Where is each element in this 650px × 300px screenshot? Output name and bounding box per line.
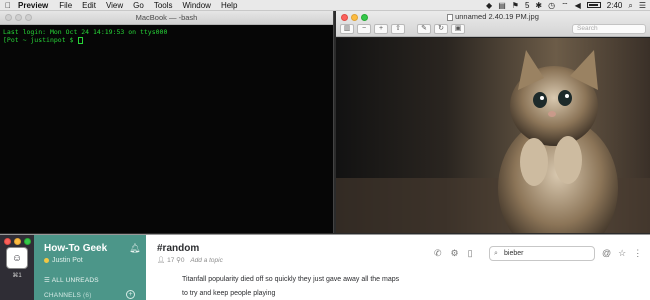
add-topic-link[interactable]: Add a topic — [190, 257, 223, 264]
wifi-icon[interactable]: ⌔ — [561, 0, 569, 11]
menu-bar:  Preview File Edit View Go Tools Window… — [0, 0, 650, 11]
mentions-icon[interactable]: @ — [602, 248, 611, 259]
zoom-out-icon[interactable]: − — [357, 24, 371, 34]
markup-toolbox-icon[interactable]: ▣ — [451, 24, 465, 34]
menu-clock[interactable]: 2:40 — [607, 1, 623, 10]
channels-header[interactable]: CHANNELS (6) — [44, 292, 92, 299]
dropbox-icon[interactable]: ◆ — [486, 0, 492, 11]
slack-window-controls — [4, 238, 31, 245]
menu-item-edit[interactable]: Edit — [77, 1, 101, 10]
document-title: unnamed 2.40.19 PM.jpg — [336, 12, 650, 21]
zoom-button[interactable] — [24, 238, 31, 245]
channel-meta: 👤︎ 17 ⚲0 Add a topic — [157, 256, 223, 264]
share-icon[interactable]: ⇧ — [391, 24, 405, 34]
volume-icon[interactable]: ◀ — [575, 0, 581, 11]
kitten-illustration — [336, 50, 650, 233]
spotlight-search-icon[interactable]: ⌕ — [628, 0, 632, 11]
sidebar-toggle-icon[interactable]: ▥ — [340, 24, 354, 34]
preview-search-input[interactable]: Search — [572, 24, 646, 34]
search-value: bieber — [504, 250, 524, 257]
status-tray: ◆ ▤ ⚑ 5 ✱ ◷ ⌔ ◀ 2:40 ⌕ ☰ — [486, 0, 650, 11]
app-menu-preview[interactable]: Preview — [16, 1, 54, 10]
terminal-titlebar[interactable]: MacBook — -bash — [0, 11, 333, 25]
menu-item-go[interactable]: Go — [128, 1, 149, 10]
team-avatar[interactable]: ☺ — [7, 248, 27, 268]
presence-indicator — [44, 257, 49, 263]
notification-count-icon[interactable]: ⚑ — [512, 0, 519, 11]
team-name[interactable]: How-To Geek — [44, 243, 107, 254]
bluetooth-icon[interactable]: ✱ — [535, 0, 542, 11]
current-user[interactable]: Justin Pot — [44, 257, 83, 264]
menu-item-file[interactable]: File — [54, 1, 77, 10]
all-unreads-label: ALL UNREADS — [51, 277, 99, 284]
terminal-title: MacBook — -bash — [135, 13, 198, 22]
search-icon: ⌕ — [494, 250, 498, 257]
bell-icon[interactable]: 🔔︎ — [129, 243, 140, 254]
desktop-screen:  Preview File Edit View Go Tools Window… — [0, 0, 650, 300]
rotate-icon[interactable]: ↻ — [434, 24, 448, 34]
channels-label: CHANNELS — [44, 292, 81, 299]
channels-count: (6) — [83, 292, 92, 299]
more-menu-icon[interactable]: ⋮ — [633, 248, 642, 259]
clipboard-icon[interactable]: ▤ — [498, 0, 506, 11]
terminal-cursor — [78, 36, 84, 44]
preview-toolbar: ▥ − + ⇧ ✎ ↻ ▣ Search — [340, 23, 646, 35]
channel-sidebar: How-To Geek 🔔︎ Justin Pot ☰ ALL UNREADS … — [34, 235, 146, 300]
document-title-text: unnamed 2.40.19 PM.jpg — [455, 12, 539, 21]
details-panel-icon[interactable]: ▯ — [468, 248, 473, 259]
slack-search-input[interactable]: ⌕ bieber — [489, 246, 595, 261]
pin-count[interactable]: 0 — [181, 257, 185, 264]
notification-count: 5 — [524, 0, 530, 10]
notification-center-icon[interactable]: ☰ — [639, 0, 646, 11]
menu-item-window[interactable]: Window — [178, 1, 216, 10]
preview-titlebar[interactable]: unnamed 2.40.19 PM.jpg ▥ − + ⇧ ✎ ↻ ▣ Sea… — [336, 11, 650, 37]
team-switcher: ☺ ⌘1 — [0, 235, 34, 300]
slack-top-right-actions: @ ☆ ⋮ — [602, 248, 642, 259]
settings-gear-icon[interactable]: ⚙ — [451, 248, 459, 259]
user-name: Justin Pot — [52, 257, 83, 264]
call-icon[interactable]: ✆ — [434, 248, 442, 259]
member-icon[interactable]: 👤︎ — [157, 257, 165, 264]
terminal-line: Last login: Mon Oct 24 14:19:53 on ttys0… — [3, 28, 168, 36]
starred-icon[interactable]: ☆ — [618, 248, 626, 259]
terminal-window: MacBook — -bash Last login: Mon Oct 24 1… — [0, 11, 334, 233]
battery-icon[interactable] — [586, 2, 601, 8]
menu-item-tools[interactable]: Tools — [149, 1, 178, 10]
apple-menu-icon[interactable]:  — [0, 1, 16, 10]
zoom-in-icon[interactable]: + — [374, 24, 388, 34]
slack-window: ☺ ⌘1 How-To Geek 🔔︎ Justin Pot ☰ ALL UNR… — [0, 234, 650, 300]
all-unreads-link[interactable]: ☰ ALL UNREADS — [44, 276, 99, 284]
channel-header-actions: ✆ ⚙ ▯ — [434, 248, 473, 259]
terminal-prompt: [Pot ~ justinpot $ — [3, 36, 78, 44]
channel-title[interactable]: #random — [157, 243, 199, 254]
unreads-icon: ☰ — [44, 277, 52, 284]
jpeg-file-icon — [447, 13, 454, 21]
team-shortcut: ⌘1 — [12, 273, 22, 279]
close-button[interactable] — [4, 238, 11, 245]
message-text: Titanfall popularity died off so quickly… — [182, 276, 400, 283]
channel-main: #random 👤︎ 17 ⚲0 Add a topic ✆ ⚙ ▯ ⌕ bieb… — [146, 235, 650, 300]
minimize-button[interactable] — [14, 238, 21, 245]
terminal-prompt-line: [Pot ~ justinpot $ — [3, 36, 330, 44]
add-channel-icon[interactable]: + — [126, 290, 135, 299]
message-text: to try and keep people playing — [182, 290, 276, 297]
clock-icon[interactable]: ◷ — [548, 0, 555, 11]
member-count[interactable]: 17 — [167, 257, 174, 264]
terminal-output[interactable]: Last login: Mon Oct 24 14:19:53 on ttys0… — [0, 25, 333, 47]
markup-pen-icon[interactable]: ✎ — [417, 24, 431, 34]
menu-item-help[interactable]: Help — [216, 1, 242, 10]
kitten-photo — [336, 38, 650, 233]
menu-item-view[interactable]: View — [101, 1, 128, 10]
preview-window: unnamed 2.40.19 PM.jpg ▥ − + ⇧ ✎ ↻ ▣ Sea… — [336, 11, 650, 233]
